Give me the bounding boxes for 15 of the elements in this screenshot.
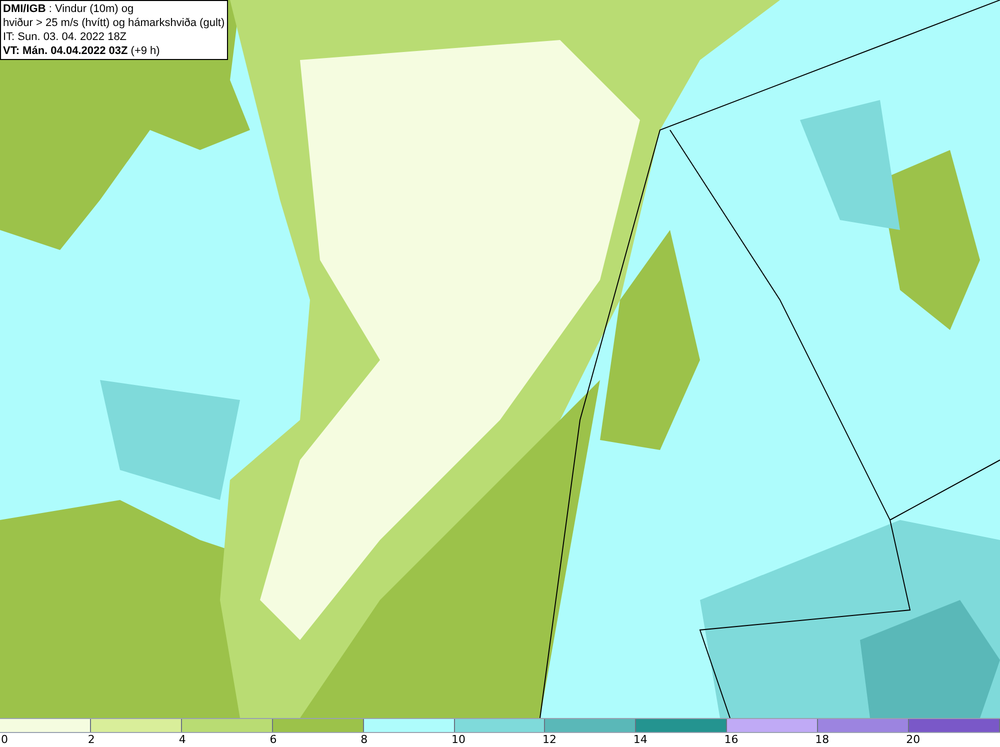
scale-label: 0 — [1, 733, 8, 747]
title-line: VT: Mán. 04.04.2022 03Z (+9 h) — [3, 44, 160, 58]
scale-label: 14 — [633, 733, 648, 747]
scale-label: 6 — [270, 733, 277, 747]
scale-label: 16 — [724, 733, 738, 747]
scale-label: 12 — [542, 733, 556, 747]
scale-label: 10 — [452, 733, 466, 747]
scale-label: 2 — [88, 733, 95, 747]
scale-label: 20 — [906, 733, 920, 747]
title-line: DMI/IGB : Vindur (10m) og — [3, 2, 134, 16]
scale-label: 8 — [360, 733, 368, 747]
title-line: IT: Sun. 03. 04. 2022 18Z — [3, 30, 127, 44]
title-line: hviður > 25 m/s (hvítt) og hámarkshviða (gult) — [3, 16, 225, 30]
scale-label: 18 — [815, 733, 830, 747]
scale-label: 4 — [178, 733, 186, 747]
